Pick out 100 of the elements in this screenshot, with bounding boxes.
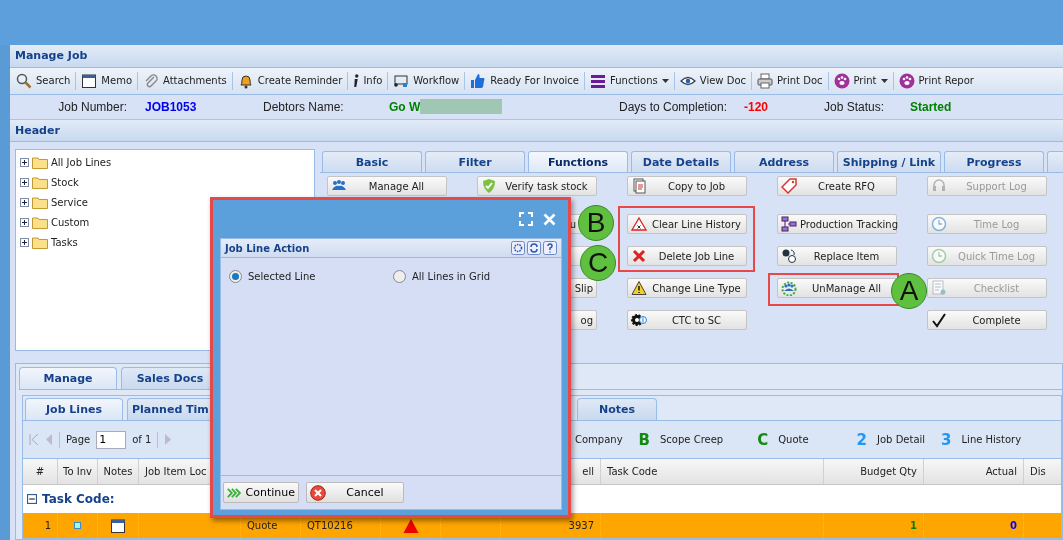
document-icon: [631, 178, 647, 195]
table-cell: Quote: [247, 520, 278, 531]
people-gear-icon: [781, 280, 797, 297]
cog-dollar-icon: [631, 312, 647, 329]
column-header[interactable]: Actual: [924, 459, 1024, 484]
expand-icon[interactable]: [20, 217, 29, 227]
tab[interactable]: Notes: [577, 398, 657, 420]
tree-item[interactable]: Custom: [51, 216, 90, 228]
replace-icon: [781, 248, 797, 265]
tab[interactable]: Basic: [322, 151, 422, 173]
toolbar-button[interactable]: Print: [830, 72, 891, 89]
section-title: Header: [15, 123, 60, 137]
bell-icon: [237, 72, 254, 89]
legend-label: Line History: [961, 434, 1022, 445]
table-cell: 1: [44, 520, 51, 531]
tree-item[interactable]: All Job Lines: [51, 156, 112, 168]
radio-option[interactable]: All Lines in Grid: [393, 270, 557, 283]
tree-item[interactable]: Stock: [51, 176, 79, 188]
toolbar-button[interactable]: Ready For Invoice: [467, 72, 582, 89]
help-icon[interactable]: [543, 241, 557, 255]
function-button[interactable]: Manage All: [327, 176, 447, 197]
table-cell: QT10216: [307, 520, 353, 531]
function-button[interactable]: Production Tracking: [777, 214, 897, 235]
maximize-icon[interactable]: [519, 212, 533, 226]
field-label: Debtors Name:: [263, 99, 345, 114]
tab[interactable]: Progress: [944, 151, 1044, 173]
legend-mark: 3: [941, 430, 952, 449]
field-value: -120: [744, 99, 769, 114]
toolbar-button[interactable]: Functions: [587, 72, 672, 89]
function-button[interactable]: Delete Job Line: [627, 246, 747, 267]
tab[interactable]: Filter: [425, 151, 525, 173]
expand-icon[interactable]: [20, 157, 29, 167]
column-header[interactable]: #: [23, 459, 58, 484]
page-input[interactable]: 1: [96, 430, 127, 449]
expand-icon[interactable]: [20, 197, 29, 207]
tree-item[interactable]: Service: [51, 196, 88, 208]
column-header[interactable]: Task Code: [601, 459, 824, 484]
toolbar-button[interactable]: Info: [350, 73, 386, 88]
function-button[interactable]: Change Line Type: [627, 278, 747, 299]
function-button[interactable]: Verify task stock: [477, 176, 597, 197]
thumbs-up-icon: [470, 72, 487, 89]
tab[interactable]: Shipping / Link: [837, 151, 941, 173]
legend-label: Job Detail: [877, 434, 926, 445]
notes-icon: [110, 517, 126, 534]
function-button[interactable]: UnManage All: [777, 278, 897, 299]
radio-button[interactable]: [393, 270, 406, 283]
column-header[interactable]: To Inv: [58, 459, 98, 484]
function-button[interactable]: Clear Line History: [627, 214, 747, 235]
toolbar-button[interactable]: Search: [13, 72, 74, 89]
toolbar-button[interactable]: Attachments: [140, 72, 230, 89]
legend-label: Scope Creep: [660, 434, 724, 445]
printer-icon: [757, 72, 773, 89]
folder-icon: [32, 155, 48, 169]
field-label: Job Number:: [57, 99, 127, 114]
folder-icon: [32, 215, 48, 229]
clock-icon: [931, 216, 947, 233]
tab[interactable]: Functions: [528, 151, 628, 173]
expand-icon[interactable]: [20, 177, 29, 187]
tab[interactable]: Manage: [19, 367, 117, 389]
tab[interactable]: Address: [734, 151, 834, 173]
tab[interactable]: Job Lines: [25, 398, 123, 420]
tab[interactable]: Date Details: [631, 151, 731, 173]
cancel-icon: [310, 484, 326, 501]
toolbar-button[interactable]: Workflow: [390, 72, 463, 89]
column-header[interactable]: Budget Qty: [824, 459, 924, 484]
field-value: JOB1053: [145, 99, 197, 114]
legend-mark: 2: [856, 430, 868, 449]
function-button[interactable]: Copy to Job: [627, 176, 747, 197]
radio-button[interactable]: [229, 270, 242, 283]
function-button[interactable]: Complete: [927, 310, 1047, 331]
expand-icon[interactable]: [20, 237, 29, 247]
field-label: Job Status:: [824, 99, 886, 114]
flowchart-icon: [781, 216, 797, 233]
collapse-icon[interactable]: [27, 494, 37, 504]
tree-item[interactable]: Tasks: [51, 236, 78, 248]
table-cell: 3937: [568, 520, 594, 531]
toolbar-button[interactable]: Print Doc: [754, 72, 826, 89]
radio-option[interactable]: Selected Line: [229, 270, 393, 283]
legend-mark: B: [638, 430, 650, 449]
function-button[interactable]: Create RFQ: [777, 176, 897, 197]
page-label: Page: [66, 434, 91, 445]
field-label: Days to Completion:: [619, 99, 729, 114]
refresh-icon[interactable]: [527, 241, 541, 255]
toolbar-button[interactable]: Print Repor: [895, 72, 977, 89]
toolbar-button[interactable]: Memo: [78, 72, 135, 89]
folder-icon: [32, 175, 48, 189]
dialog-button[interactable]: Cancel: [306, 482, 404, 503]
close-icon[interactable]: [543, 212, 556, 226]
dialog-button[interactable]: Continue: [223, 482, 299, 503]
toolbar-button[interactable]: Create Reminder: [234, 72, 346, 89]
function-button[interactable]: CTC to SC: [627, 310, 747, 331]
toolbar-button[interactable]: View Doc: [676, 72, 749, 89]
field-value: Go W: [389, 99, 421, 114]
function-button[interactable]: Replace Item: [777, 246, 897, 267]
settings-icon[interactable]: [511, 241, 525, 255]
column-header[interactable]: Dis: [1024, 459, 1063, 484]
info-icon: [353, 73, 360, 88]
window-title: Manage Job: [15, 49, 88, 63]
shield-check-icon: [481, 178, 497, 195]
column-header[interactable]: Notes: [98, 459, 139, 484]
